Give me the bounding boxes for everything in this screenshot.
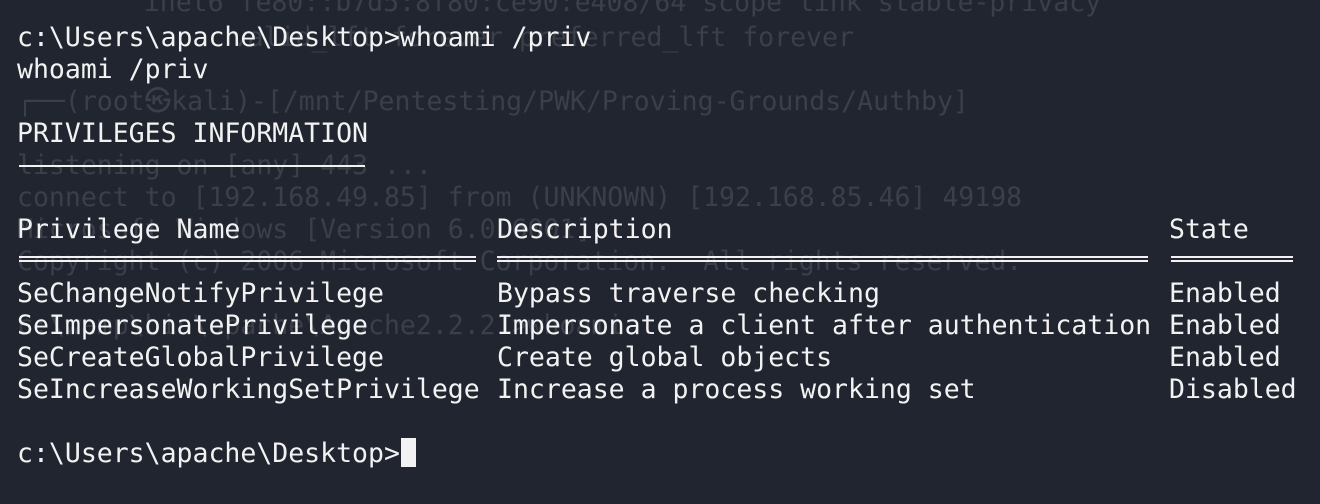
- state-cell: Enabled: [1169, 310, 1281, 341]
- privilege-name-cell: SeImpersonatePrivilege: [17, 310, 368, 341]
- column-separator-description: [497, 256, 1148, 262]
- privilege-name-cell: SeIncreaseWorkingSetPrivilege: [17, 374, 480, 405]
- state-cell: Enabled: [1169, 278, 1281, 309]
- privilege-name-cell: SeCreateGlobalPrivilege: [17, 342, 384, 373]
- column-header-description: Description: [497, 214, 673, 245]
- terminal-output: c:\Users\apache\Desktop>whoami /priv who…: [0, 0, 1320, 504]
- description-cell: Create global objects: [497, 342, 833, 373]
- description-cell: Bypass traverse checking: [497, 278, 880, 309]
- privilege-name-cell: SeChangeNotifyPrivilege: [17, 278, 384, 309]
- active-prompt-line[interactable]: c:\Users\apache\Desktop>: [17, 438, 416, 470]
- section-title: PRIVILEGES INFORMATION: [17, 118, 368, 149]
- column-header-state: State: [1169, 214, 1249, 245]
- state-cell: Disabled: [1169, 374, 1297, 405]
- column-separator-state: [1171, 256, 1293, 262]
- text-cursor[interactable]: [400, 438, 416, 467]
- terminal-window[interactable]: inet6 fe80::b7d5:8f80:ce90:e408/64 scope…: [0, 0, 1320, 504]
- section-title-underline: [19, 165, 365, 167]
- description-cell: Increase a process working set: [497, 374, 976, 405]
- description-cell: Impersonate a client after authenticatio…: [497, 310, 1152, 341]
- command-echo-line: whoami /priv: [17, 54, 209, 85]
- state-cell: Enabled: [1169, 342, 1281, 373]
- column-separator-privilege-name: [19, 256, 476, 262]
- command-prompt-line: c:\Users\apache\Desktop>whoami /priv: [17, 22, 592, 53]
- column-header-privilege-name: Privilege Name: [17, 214, 241, 245]
- active-prompt: c:\Users\apache\Desktop>: [17, 438, 400, 469]
